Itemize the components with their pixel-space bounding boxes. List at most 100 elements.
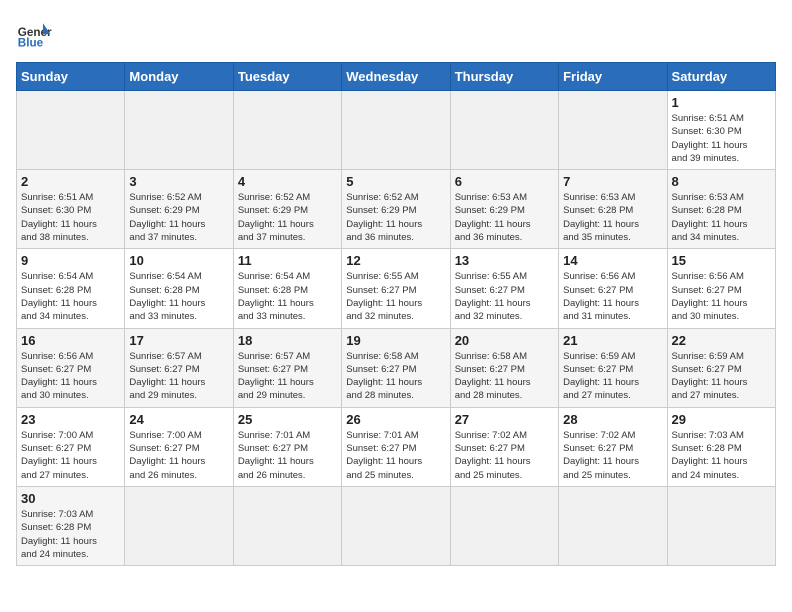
calendar-cell: 20 Sunrise: 6:58 AM Sunset: 6:27 PM Dayli…: [450, 328, 558, 407]
calendar-cell: 4 Sunrise: 6:52 AM Sunset: 6:29 PM Daylig…: [233, 170, 341, 249]
day-info: Sunrise: 6:58 AM Sunset: 6:27 PM Dayligh…: [455, 350, 554, 403]
day-info: Sunrise: 7:03 AM Sunset: 6:28 PM Dayligh…: [672, 429, 771, 482]
day-number: 17: [129, 333, 228, 348]
calendar-cell: [125, 91, 233, 170]
calendar-week-row: 2 Sunrise: 6:51 AM Sunset: 6:30 PM Daylig…: [17, 170, 776, 249]
calendar-cell: [450, 91, 558, 170]
calendar-cell: [342, 486, 450, 565]
day-number: 24: [129, 412, 228, 427]
day-number: 6: [455, 174, 554, 189]
day-info: Sunrise: 6:53 AM Sunset: 6:29 PM Dayligh…: [455, 191, 554, 244]
day-number: 9: [21, 253, 120, 268]
calendar-cell: 21 Sunrise: 6:59 AM Sunset: 6:27 PM Dayli…: [559, 328, 667, 407]
calendar-cell: 6 Sunrise: 6:53 AM Sunset: 6:29 PM Daylig…: [450, 170, 558, 249]
calendar-week-row: 23 Sunrise: 7:00 AM Sunset: 6:27 PM Dayli…: [17, 407, 776, 486]
day-number: 28: [563, 412, 662, 427]
day-number: 16: [21, 333, 120, 348]
day-number: 21: [563, 333, 662, 348]
day-info: Sunrise: 7:00 AM Sunset: 6:27 PM Dayligh…: [129, 429, 228, 482]
calendar-cell: [17, 91, 125, 170]
calendar-cell: 25Sunrise: 7:01 AM Sunset: 6:27 PM Dayli…: [233, 407, 341, 486]
day-info: Sunrise: 6:51 AM Sunset: 6:30 PM Dayligh…: [21, 191, 120, 244]
day-number: 19: [346, 333, 445, 348]
calendar-cell: 15Sunrise: 6:56 AM Sunset: 6:27 PM Dayli…: [667, 249, 775, 328]
calendar-cell: 26 Sunrise: 7:01 AM Sunset: 6:27 PM Dayli…: [342, 407, 450, 486]
day-info: Sunrise: 6:54 AM Sunset: 6:28 PM Dayligh…: [129, 270, 228, 323]
day-number: 10: [129, 253, 228, 268]
day-info: Sunrise: 6:57 AM Sunset: 6:27 PM Dayligh…: [238, 350, 337, 403]
calendar-cell: 30 Sunrise: 7:03 AM Sunset: 6:28 PM Dayli…: [17, 486, 125, 565]
day-number: 7: [563, 174, 662, 189]
day-number: 8: [672, 174, 771, 189]
weekday-header-thursday: Thursday: [450, 63, 558, 91]
weekday-header-sunday: Sunday: [17, 63, 125, 91]
calendar-table: SundayMondayTuesdayWednesdayThursdayFrid…: [16, 62, 776, 566]
calendar-cell: 17Sunrise: 6:57 AM Sunset: 6:27 PM Dayli…: [125, 328, 233, 407]
weekday-header-monday: Monday: [125, 63, 233, 91]
day-number: 23: [21, 412, 120, 427]
calendar-cell: 7 Sunrise: 6:53 AM Sunset: 6:28 PM Daylig…: [559, 170, 667, 249]
page-header: General Blue: [16, 16, 776, 52]
calendar-cell: 3Sunrise: 6:52 AM Sunset: 6:29 PM Daylig…: [125, 170, 233, 249]
day-number: 14: [563, 253, 662, 268]
day-info: Sunrise: 7:03 AM Sunset: 6:28 PM Dayligh…: [21, 508, 120, 561]
weekday-header-row: SundayMondayTuesdayWednesdayThursdayFrid…: [17, 63, 776, 91]
svg-text:Blue: Blue: [18, 37, 44, 50]
calendar-cell: 28Sunrise: 7:02 AM Sunset: 6:27 PM Dayli…: [559, 407, 667, 486]
calendar-cell: 11 Sunrise: 6:54 AM Sunset: 6:28 PM Dayli…: [233, 249, 341, 328]
day-info: Sunrise: 6:53 AM Sunset: 6:28 PM Dayligh…: [563, 191, 662, 244]
day-info: Sunrise: 6:55 AM Sunset: 6:27 PM Dayligh…: [346, 270, 445, 323]
calendar-cell: 13 Sunrise: 6:55 AM Sunset: 6:27 PM Dayli…: [450, 249, 558, 328]
calendar-cell: 19 Sunrise: 6:58 AM Sunset: 6:27 PM Dayli…: [342, 328, 450, 407]
calendar-cell: [125, 486, 233, 565]
calendar-cell: 18 Sunrise: 6:57 AM Sunset: 6:27 PM Dayli…: [233, 328, 341, 407]
day-info: Sunrise: 7:02 AM Sunset: 6:27 PM Dayligh…: [455, 429, 554, 482]
day-info: Sunrise: 6:55 AM Sunset: 6:27 PM Dayligh…: [455, 270, 554, 323]
day-number: 4: [238, 174, 337, 189]
calendar-cell: 16 Sunrise: 6:56 AM Sunset: 6:27 PM Dayli…: [17, 328, 125, 407]
day-number: 20: [455, 333, 554, 348]
calendar-cell: 10 Sunrise: 6:54 AM Sunset: 6:28 PM Dayli…: [125, 249, 233, 328]
day-info: Sunrise: 6:59 AM Sunset: 6:27 PM Dayligh…: [563, 350, 662, 403]
calendar-cell: [667, 486, 775, 565]
day-info: Sunrise: 6:58 AM Sunset: 6:27 PM Dayligh…: [346, 350, 445, 403]
calendar-cell: 23 Sunrise: 7:00 AM Sunset: 6:27 PM Dayli…: [17, 407, 125, 486]
calendar-cell: 1 Sunrise: 6:51 AM Sunset: 6:30 PM Daylig…: [667, 91, 775, 170]
calendar-week-row: 30 Sunrise: 7:03 AM Sunset: 6:28 PM Dayli…: [17, 486, 776, 565]
calendar-cell: [559, 486, 667, 565]
day-info: Sunrise: 7:00 AM Sunset: 6:27 PM Dayligh…: [21, 429, 120, 482]
day-number: 12: [346, 253, 445, 268]
day-number: 11: [238, 253, 337, 268]
weekday-header-wednesday: Wednesday: [342, 63, 450, 91]
calendar-cell: 5Sunrise: 6:52 AM Sunset: 6:29 PM Daylig…: [342, 170, 450, 249]
calendar-week-row: 1 Sunrise: 6:51 AM Sunset: 6:30 PM Daylig…: [17, 91, 776, 170]
day-info: Sunrise: 6:52 AM Sunset: 6:29 PM Dayligh…: [238, 191, 337, 244]
day-info: Sunrise: 6:54 AM Sunset: 6:28 PM Dayligh…: [238, 270, 337, 323]
day-number: 1: [672, 95, 771, 110]
day-info: Sunrise: 6:52 AM Sunset: 6:29 PM Dayligh…: [346, 191, 445, 244]
day-number: 2: [21, 174, 120, 189]
calendar-cell: 27 Sunrise: 7:02 AM Sunset: 6:27 PM Dayli…: [450, 407, 558, 486]
calendar-cell: 24 Sunrise: 7:00 AM Sunset: 6:27 PM Dayli…: [125, 407, 233, 486]
logo-icon: General Blue: [16, 16, 52, 52]
day-number: 26: [346, 412, 445, 427]
logo: General Blue: [16, 16, 52, 52]
day-number: 27: [455, 412, 554, 427]
day-info: Sunrise: 6:56 AM Sunset: 6:27 PM Dayligh…: [21, 350, 120, 403]
day-number: 13: [455, 253, 554, 268]
calendar-cell: 14 Sunrise: 6:56 AM Sunset: 6:27 PM Dayli…: [559, 249, 667, 328]
calendar-cell: 2 Sunrise: 6:51 AM Sunset: 6:30 PM Daylig…: [17, 170, 125, 249]
calendar-week-row: 16 Sunrise: 6:56 AM Sunset: 6:27 PM Dayli…: [17, 328, 776, 407]
calendar-cell: [559, 91, 667, 170]
day-info: Sunrise: 6:51 AM Sunset: 6:30 PM Dayligh…: [672, 112, 771, 165]
day-info: Sunrise: 7:01 AM Sunset: 6:27 PM Dayligh…: [346, 429, 445, 482]
weekday-header-friday: Friday: [559, 63, 667, 91]
calendar-cell: 12 Sunrise: 6:55 AM Sunset: 6:27 PM Dayli…: [342, 249, 450, 328]
day-info: Sunrise: 6:56 AM Sunset: 6:27 PM Dayligh…: [563, 270, 662, 323]
day-number: 18: [238, 333, 337, 348]
calendar-cell: 29Sunrise: 7:03 AM Sunset: 6:28 PM Dayli…: [667, 407, 775, 486]
day-info: Sunrise: 6:54 AM Sunset: 6:28 PM Dayligh…: [21, 270, 120, 323]
calendar-cell: [233, 486, 341, 565]
day-info: Sunrise: 6:52 AM Sunset: 6:29 PM Dayligh…: [129, 191, 228, 244]
day-number: 30: [21, 491, 120, 506]
